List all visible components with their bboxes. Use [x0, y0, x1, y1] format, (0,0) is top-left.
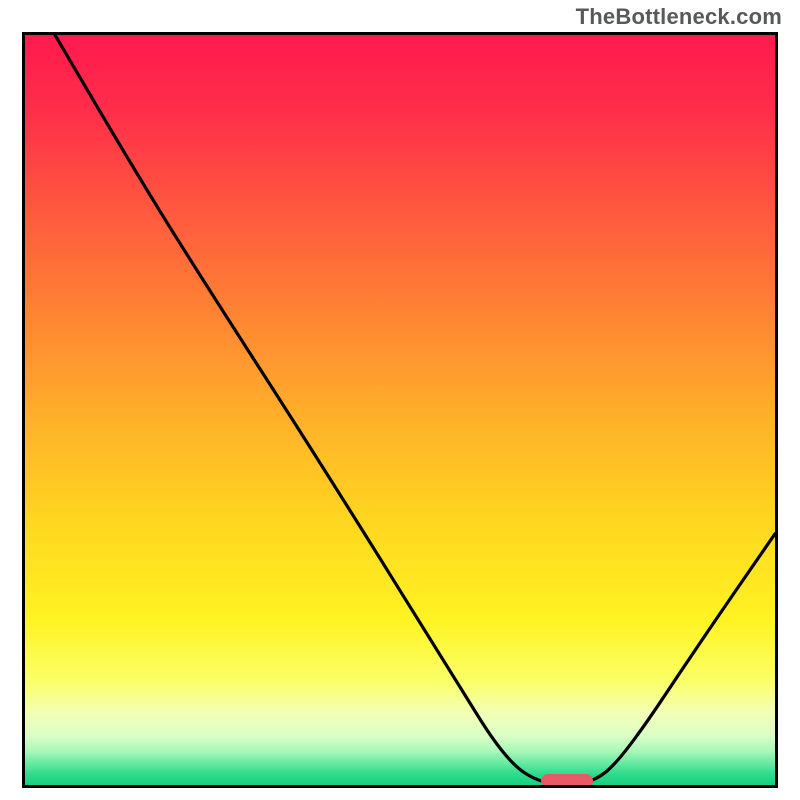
attribution-text: TheBottleneck.com [576, 4, 782, 30]
optimal-range-marker [541, 774, 593, 788]
background-gradient [25, 35, 775, 785]
chart-frame [22, 32, 778, 788]
